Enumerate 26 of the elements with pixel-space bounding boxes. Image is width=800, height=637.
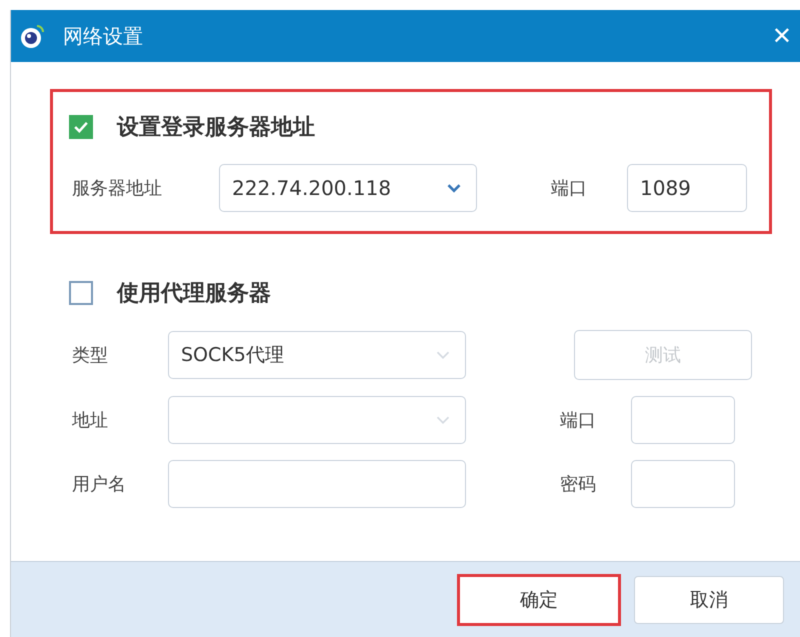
field-label: 密码: [560, 473, 596, 496]
password-field[interactable]: [631, 460, 735, 508]
chevron-down-icon: [435, 414, 451, 426]
field-label: 端口: [560, 409, 596, 432]
dialog-button[interactable]: 确定: [457, 574, 621, 626]
camera-eye-icon: [19, 23, 45, 49]
address-dropdown[interactable]: [168, 396, 466, 444]
checkbox-label: 设置登录服务器地址: [117, 114, 315, 142]
chevron-down-icon: [446, 182, 462, 194]
username-field[interactable]: [168, 460, 466, 508]
dialog-button[interactable]: 取消: [634, 576, 784, 624]
field-label: 类型: [72, 344, 109, 367]
window-title: 网络设置: [63, 22, 144, 50]
checkbox[interactable]: [69, 115, 93, 139]
address-dropdown[interactable]: 222.74.200.118: [219, 164, 477, 212]
type-dropdown[interactable]: SOCK5代理: [168, 331, 466, 379]
field-label: 服务器地址: [72, 177, 163, 200]
chevron-down-icon: [435, 350, 451, 360]
field-label: 用户名: [72, 473, 127, 496]
field-label: 端口: [551, 177, 588, 200]
checkbox[interactable]: [69, 281, 93, 305]
port-field[interactable]: 1089: [627, 164, 747, 212]
checkbox-label: 使用代理服务器: [117, 280, 271, 308]
field-label: 地址: [72, 409, 109, 432]
port-field[interactable]: [631, 396, 735, 444]
close-button[interactable]: ✕: [764, 22, 800, 50]
